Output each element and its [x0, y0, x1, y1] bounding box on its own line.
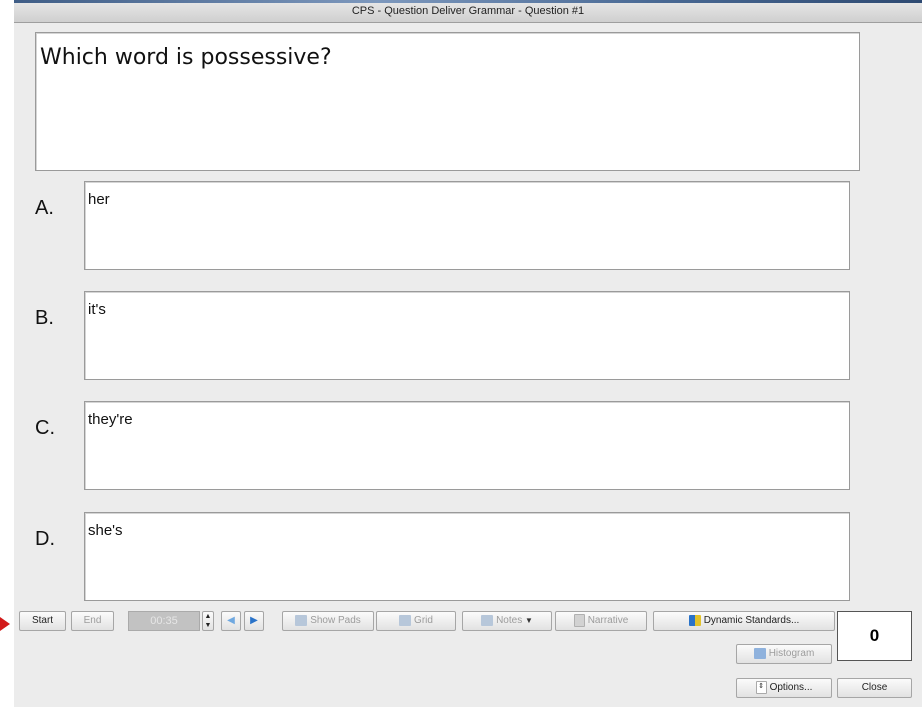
show-pads-button[interactable]: Show Pads — [282, 611, 374, 631]
chevron-down-icon: ▼ — [524, 616, 533, 625]
notes-label: Notes — [496, 615, 523, 626]
previous-arrow-icon: ◀ — [227, 615, 235, 626]
question-text: Which word is possessive? — [40, 45, 332, 70]
options-button[interactable]: ⇕ Options... — [736, 678, 832, 698]
question-window: CPS - Question Deliver Grammar - Questio… — [14, 0, 922, 707]
options-label: Options... — [769, 682, 813, 693]
question-box: Which word is possessive? — [35, 32, 860, 171]
answer-d-box[interactable]: she's — [84, 512, 850, 601]
answer-d-letter: D. — [35, 528, 55, 550]
start-button[interactable]: Start — [19, 611, 66, 631]
answer-c-box[interactable]: they're — [84, 401, 850, 490]
histogram-label: Histogram — [768, 648, 815, 659]
dynamic-standards-button[interactable]: Dynamic Standards... — [653, 611, 835, 631]
standards-icon — [688, 614, 701, 626]
grid-button[interactable]: Grid — [376, 611, 456, 631]
stepper-down-icon: ▼ — [204, 622, 212, 629]
next-button[interactable]: ▶ — [244, 611, 264, 631]
end-button[interactable]: End — [71, 611, 114, 631]
close-button[interactable]: Close — [837, 678, 912, 698]
grid-label: Grid — [414, 615, 433, 626]
answer-c-letter: C. — [35, 417, 55, 439]
next-arrow-icon: ▶ — [250, 615, 258, 626]
dynamic-standards-label: Dynamic Standards... — [703, 615, 800, 626]
grid-icon — [399, 614, 412, 626]
answer-b-letter: B. — [35, 307, 54, 329]
narrative-button[interactable]: Narrative — [555, 611, 647, 631]
histogram-button[interactable]: Histogram — [736, 644, 832, 664]
answer-d-text: she's — [88, 522, 123, 539]
timer-stepper[interactable]: ▲ ▼ — [202, 611, 214, 631]
answer-c-text: they're — [88, 411, 133, 428]
answer-a-box[interactable]: her — [84, 181, 850, 270]
notes-button[interactable]: Notes ▼ — [462, 611, 552, 631]
histogram-icon — [753, 647, 766, 659]
pads-icon — [295, 614, 308, 626]
options-stepper-icon: ⇕ — [755, 680, 767, 694]
stepper-up-icon: ▲ — [204, 613, 212, 620]
timer-display: 00:35 — [128, 611, 200, 631]
narrative-label: Narrative — [587, 615, 629, 626]
notes-icon — [481, 614, 494, 626]
show-pads-label: Show Pads — [310, 615, 361, 626]
answer-a-text: her — [88, 191, 110, 208]
answer-b-box[interactable]: it's — [84, 291, 850, 380]
narrative-icon — [573, 613, 585, 627]
response-count: 0 — [837, 611, 912, 661]
window-title: CPS - Question Deliver Grammar - Questio… — [14, 0, 922, 23]
answer-a-letter: A. — [35, 197, 54, 219]
previous-button[interactable]: ◀ — [221, 611, 241, 631]
answer-b-text: it's — [88, 301, 106, 318]
pointer-arrow-icon — [0, 617, 10, 631]
